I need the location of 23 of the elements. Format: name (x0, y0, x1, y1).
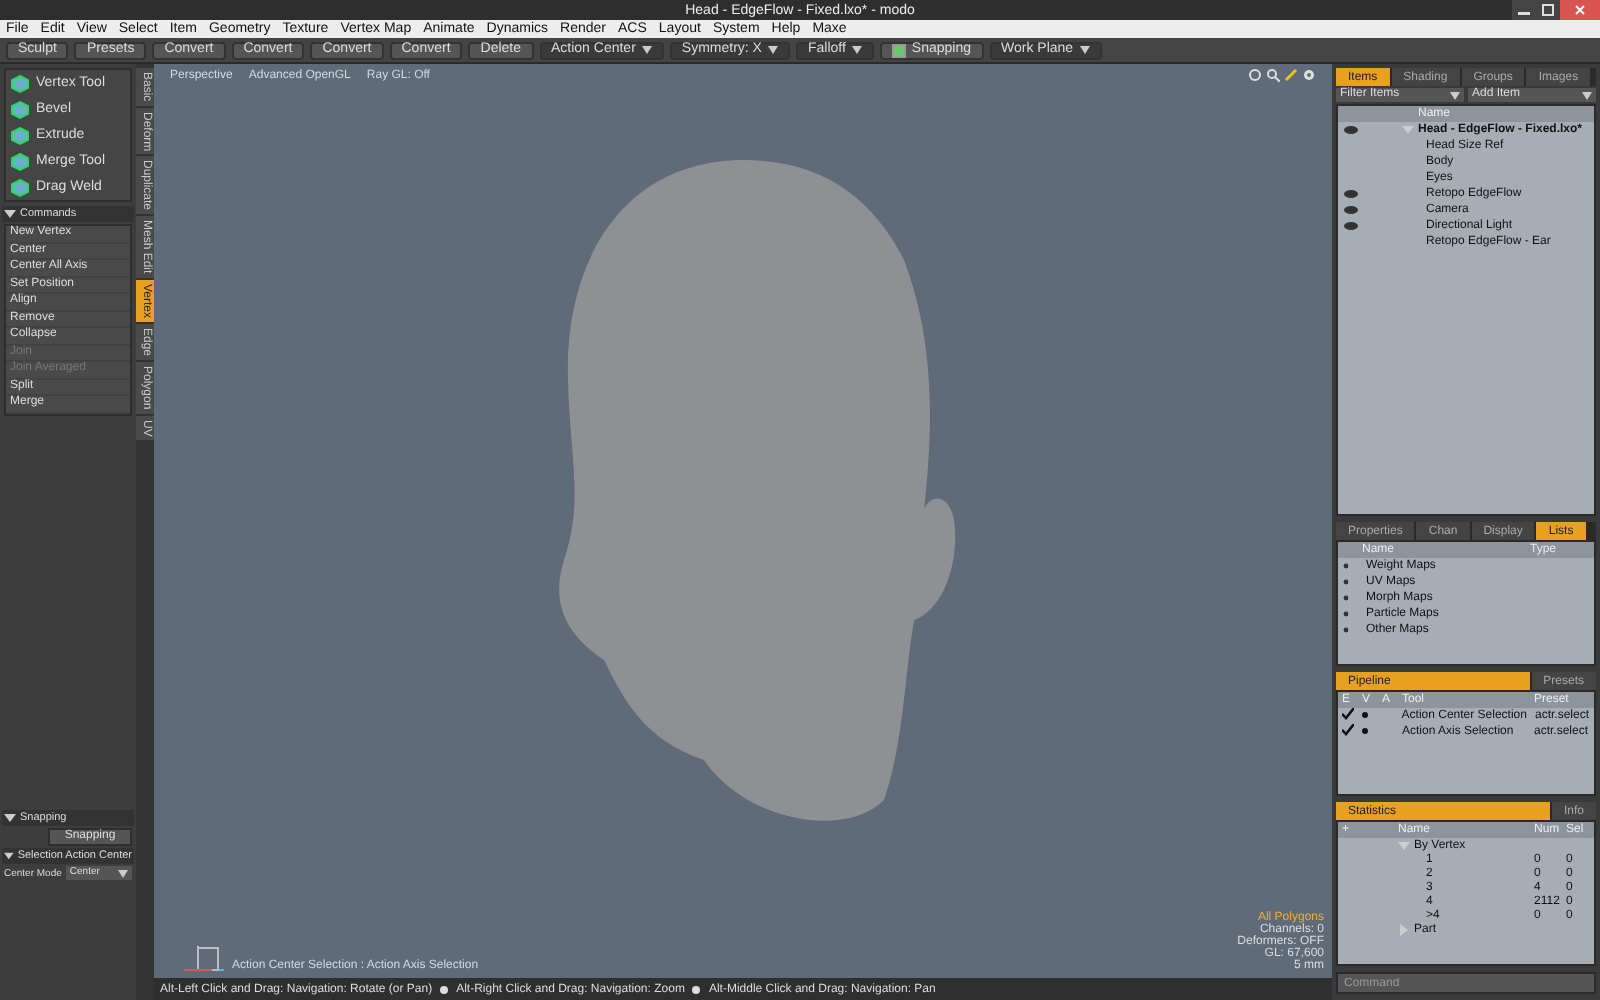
check-icon[interactable] (1342, 724, 1354, 736)
dropdown-arrow-icon[interactable] (1450, 91, 1460, 99)
bullet-icon (440, 985, 449, 993)
axis-icon (182, 940, 226, 972)
check-icon[interactable] (1342, 708, 1354, 720)
dropdown-arrow-icon[interactable] (1582, 91, 1592, 99)
bullet-icon (1362, 728, 1368, 734)
minimize-icon[interactable] (1512, 0, 1536, 20)
dropdown-arrow-icon[interactable] (851, 46, 862, 54)
bullet-icon (692, 985, 701, 993)
caret-icon[interactable] (4, 208, 16, 220)
caret-icon[interactable] (4, 850, 14, 862)
caret-icon[interactable] (4, 812, 16, 824)
dropdown-arrow-icon[interactable] (767, 46, 778, 54)
zoom-icon[interactable] (1266, 68, 1280, 82)
dropdown-arrow-icon[interactable] (118, 869, 128, 877)
dropdown-arrow-icon[interactable] (1079, 46, 1090, 54)
dropdown-arrow-icon[interactable] (641, 46, 652, 54)
pan-icon[interactable] (1284, 68, 1298, 82)
close-icon[interactable] (1560, 0, 1600, 20)
bullet-icon (1362, 712, 1368, 718)
rotate-icon[interactable] (1248, 68, 1262, 82)
maximize-icon[interactable] (1536, 0, 1560, 20)
